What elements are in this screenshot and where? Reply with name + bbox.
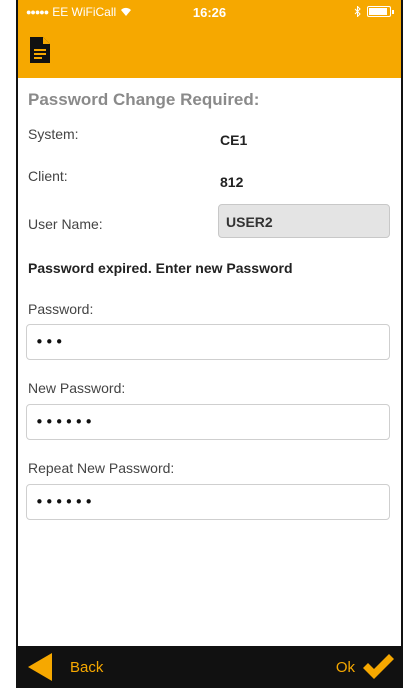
new-password-label: New Password: xyxy=(28,380,126,396)
bluetooth-icon xyxy=(354,6,361,17)
ok-label: Ok xyxy=(335,658,355,676)
username-field: USER2 xyxy=(218,204,390,238)
new-password-input[interactable] xyxy=(26,404,390,440)
status-bar: ●●●●● EE WiFiCall 16:26 xyxy=(18,0,401,24)
device-frame-right xyxy=(401,0,403,688)
back-button[interactable]: Back xyxy=(26,650,136,684)
password-label: Password: xyxy=(28,301,94,317)
app-screen: ●●●●● EE WiFiCall 16:26 Password Change … xyxy=(18,0,401,688)
status-right xyxy=(354,6,394,17)
password-expired-notice: Password expired. Enter new Password xyxy=(28,260,293,276)
username-label: User Name: xyxy=(28,216,103,232)
password-input[interactable] xyxy=(26,324,390,360)
page-title: Password Change Required: xyxy=(28,90,260,109)
status-time: 16:26 xyxy=(192,5,227,20)
back-arrow-icon xyxy=(28,653,52,681)
system-value: CE1 xyxy=(220,132,248,148)
ok-button[interactable]: Ok xyxy=(305,650,395,684)
document-icon[interactable] xyxy=(28,36,52,64)
repeat-password-input[interactable] xyxy=(26,484,390,520)
back-label: Back xyxy=(70,658,104,676)
system-label: System: xyxy=(28,126,79,142)
client-label: Client: xyxy=(28,168,68,184)
bottom-toolbar: Back Ok xyxy=(18,646,401,688)
repeat-password-label: Repeat New Password: xyxy=(28,460,175,476)
client-value: 812 xyxy=(220,174,244,190)
battery-icon xyxy=(367,6,394,17)
checkmark-icon xyxy=(363,654,394,679)
app-header xyxy=(18,24,401,78)
